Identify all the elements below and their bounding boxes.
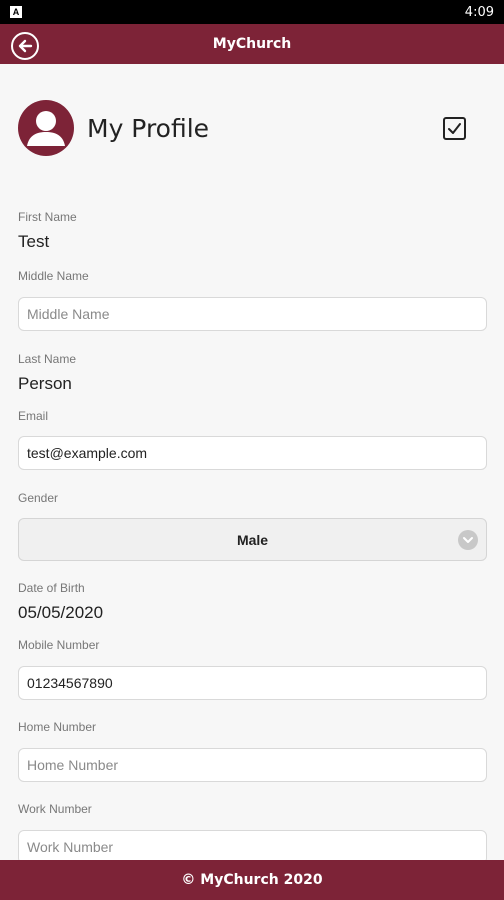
date-of-birth-value[interactable]: 05/05/2020 xyxy=(18,603,103,623)
profile-content[interactable]: My Profile First Name Test Middle Name L… xyxy=(0,64,504,860)
app-title: MyChurch xyxy=(212,36,292,52)
work-number-field[interactable] xyxy=(18,830,487,860)
app-bar: MyChurch xyxy=(0,24,504,64)
status-bar: A 4:09 xyxy=(0,0,504,24)
gender-selected-value: Male xyxy=(236,532,269,548)
chevron-down-icon xyxy=(458,530,478,550)
last-name-value: Person xyxy=(18,374,72,393)
work-number-label: Work Number xyxy=(18,802,92,816)
date-of-birth-label: Date of Birth xyxy=(18,581,85,595)
last-name-label: Last Name xyxy=(18,352,77,366)
middle-name-field[interactable] xyxy=(18,297,487,331)
first-name-label: First Name xyxy=(18,210,77,224)
user-avatar-icon xyxy=(18,100,74,156)
status-time: 4:09 xyxy=(464,5,494,20)
save-checkbox-button[interactable] xyxy=(443,117,466,140)
email-label: Email xyxy=(18,409,49,423)
home-number-field[interactable] xyxy=(18,748,487,782)
checkbox-check-icon xyxy=(448,123,461,134)
gender-select[interactable]: Male xyxy=(18,518,487,561)
notification-icon: A xyxy=(10,6,22,18)
mobile-number-field[interactable] xyxy=(18,666,487,700)
footer-bar: © MyChurch 2020 xyxy=(0,860,504,900)
home-number-label: Home Number xyxy=(18,720,97,734)
page-title: My Profile xyxy=(87,114,210,143)
first-name-value: Test xyxy=(18,232,50,251)
mobile-number-label: Mobile Number xyxy=(18,638,100,652)
email-field[interactable] xyxy=(18,436,487,470)
footer-copyright: © MyChurch 2020 xyxy=(181,872,323,888)
gender-label: Gender xyxy=(18,491,59,505)
middle-name-label: Middle Name xyxy=(18,269,89,283)
